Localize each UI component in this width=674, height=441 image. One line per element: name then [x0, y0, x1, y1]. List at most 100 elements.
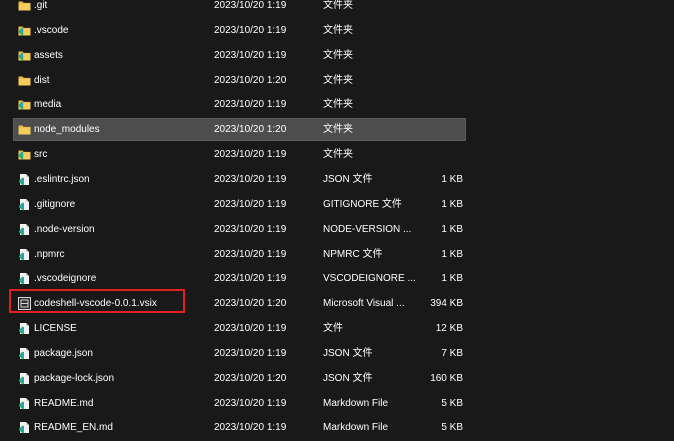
- file-type: JSON 文件: [323, 347, 373, 359]
- file-name: .gitignore: [34, 198, 76, 210]
- file-size: 1 KB: [441, 273, 463, 285]
- file-name: LICENSE: [34, 323, 77, 335]
- file-size: 1 KB: [441, 223, 463, 235]
- folder-vscode-icon: [18, 148, 31, 161]
- file-size: 5 KB: [441, 397, 463, 409]
- file-size: 1 KB: [441, 198, 463, 210]
- modified-date: 2023/10/20 1:19: [214, 198, 287, 210]
- file-type: Markdown File: [323, 397, 389, 409]
- vscode-file-icon: [18, 223, 31, 236]
- file-type: VSCODEIGNORE ...: [323, 273, 416, 285]
- vscode-file-icon: [18, 347, 31, 360]
- modified-date: 2023/10/20 1:19: [214, 347, 287, 359]
- vscode-file-icon: [18, 322, 31, 335]
- file-type: JSON 文件: [323, 173, 373, 185]
- file-row[interactable]: package-lock.json 2023/10/20 1:20 JSON 文件 1…: [13, 367, 466, 390]
- folder-vscode-icon: [18, 24, 31, 37]
- file-row[interactable]: .vscodeignore 2023/10/20 1:19 VSCODEIGNORE…: [13, 267, 466, 290]
- folder-icon: [18, 74, 31, 87]
- vscode-file-icon: [18, 421, 31, 434]
- file-row[interactable]: package.json 2023/10/20 1:19 JSON 文件 7 KB: [13, 342, 466, 365]
- file-row[interactable]: dist 2023/10/20 1:20 文件夹: [13, 69, 466, 92]
- file-row[interactable]: README_EN.md 2023/10/20 1:19 Markdown File…: [13, 416, 466, 439]
- file-type: NPMRC 文件: [323, 248, 383, 260]
- file-name: src: [34, 149, 48, 161]
- file-name: codeshell-vscode-0.0.1.vsix: [34, 298, 157, 310]
- vscode-file-icon: [18, 397, 31, 410]
- file-name: .git: [34, 0, 48, 11]
- file-type: 文件夹: [323, 124, 353, 136]
- file-size: 12 KB: [435, 323, 463, 335]
- file-name: .vscode: [34, 24, 69, 36]
- file-type: NODE-VERSION ...: [323, 223, 412, 235]
- file-size: 394 KB: [430, 298, 463, 310]
- file-row[interactable]: README.md 2023/10/20 1:19 Markdown File 5 K…: [13, 392, 466, 415]
- modified-date: 2023/10/20 1:20: [214, 74, 287, 86]
- file-type: Microsoft Visual ...: [323, 298, 405, 310]
- modified-date: 2023/10/20 1:19: [214, 0, 287, 11]
- vscode-file-icon: [18, 248, 31, 261]
- modified-date: 2023/10/20 1:20: [214, 298, 287, 310]
- file-name: README_EN.md: [34, 422, 113, 434]
- file-type: 文件夹: [323, 74, 353, 86]
- modified-date: 2023/10/20 1:19: [214, 49, 287, 61]
- file-name: package.json: [34, 347, 93, 359]
- file-type: Markdown File: [323, 422, 389, 434]
- file-type: 文件夹: [323, 99, 353, 111]
- file-type: JSON 文件: [323, 372, 373, 384]
- file-row[interactable]: .vscode 2023/10/20 1:19 文件夹: [13, 19, 466, 42]
- file-type: 文件夹: [323, 24, 353, 36]
- file-size: 5 KB: [441, 422, 463, 434]
- file-row[interactable]: media 2023/10/20 1:19 文件夹: [13, 93, 466, 116]
- file-row[interactable]: .git 2023/10/20 1:19 文件夹: [13, 0, 466, 17]
- file-row[interactable]: codeshell-vscode-0.0.1.vsix 2023/10/20 1:…: [13, 292, 466, 315]
- folder-vscode-icon: [18, 98, 31, 111]
- modified-date: 2023/10/20 1:19: [214, 99, 287, 111]
- file-name: .npmrc: [34, 248, 65, 260]
- file-type: GITIGNORE 文件: [323, 198, 402, 210]
- modified-date: 2023/10/20 1:19: [214, 24, 287, 36]
- file-name: .eslintrc.json: [34, 173, 90, 185]
- file-row[interactable]: assets 2023/10/20 1:19 文件夹: [13, 44, 466, 67]
- vscode-file-icon: [18, 272, 31, 285]
- folder-vscode-icon: [18, 49, 31, 62]
- modified-date: 2023/10/20 1:20: [214, 124, 287, 136]
- file-size: 160 KB: [430, 372, 463, 384]
- file-row[interactable]: .node-version 2023/10/20 1:19 NODE-VERSION…: [13, 218, 466, 241]
- file-row[interactable]: .npmrc 2023/10/20 1:19 NPMRC 文件 1 KB: [13, 243, 466, 266]
- file-type: 文件: [323, 323, 343, 335]
- modified-date: 2023/10/20 1:20: [214, 372, 287, 384]
- file-row[interactable]: LICENSE 2023/10/20 1:19 文件 12 KB: [13, 317, 466, 340]
- modified-date: 2023/10/20 1:19: [214, 223, 287, 235]
- file-row[interactable]: src 2023/10/20 1:19 文件夹: [13, 143, 466, 166]
- modified-date: 2023/10/20 1:19: [214, 149, 287, 161]
- file-row[interactable]: .eslintrc.json 2023/10/20 1:19 JSON 文件 1 KB: [13, 168, 466, 191]
- modified-date: 2023/10/20 1:19: [214, 397, 287, 409]
- file-type: 文件夹: [323, 49, 353, 61]
- file-name: README.md: [34, 397, 94, 409]
- vscode-file-icon: [18, 198, 31, 211]
- file-type: 文件夹: [323, 149, 353, 161]
- file-row[interactable]: node_modules 2023/10/20 1:20 文件夹: [13, 118, 466, 142]
- modified-date: 2023/10/20 1:19: [214, 273, 287, 285]
- modified-date: 2023/10/20 1:19: [214, 422, 287, 434]
- file-size: 1 KB: [441, 248, 463, 260]
- modified-date: 2023/10/20 1:19: [214, 323, 287, 335]
- file-row[interactable]: .gitignore 2023/10/20 1:19 GITIGNORE 文件 1 K…: [13, 193, 466, 216]
- file-name: .node-version: [34, 223, 95, 235]
- file-name: media: [34, 99, 62, 111]
- file-type: 文件夹: [323, 0, 353, 11]
- file-name: assets: [34, 49, 63, 61]
- file-name: dist: [34, 74, 50, 86]
- file-list: .git 2023/10/20 1:19 文件夹 .vscode 2023/10/20…: [0, 0, 674, 441]
- file-size: 1 KB: [441, 173, 463, 185]
- file-size: 7 KB: [441, 347, 463, 359]
- vscode-file-icon: [18, 372, 31, 385]
- file-name: .vscodeignore: [34, 273, 97, 285]
- folder-icon: [18, 123, 31, 136]
- modified-date: 2023/10/20 1:19: [214, 173, 287, 185]
- vscode-file-icon: [18, 173, 31, 186]
- file-name: node_modules: [34, 124, 100, 136]
- file-name: package-lock.json: [34, 372, 115, 384]
- folder-icon: [18, 0, 31, 12]
